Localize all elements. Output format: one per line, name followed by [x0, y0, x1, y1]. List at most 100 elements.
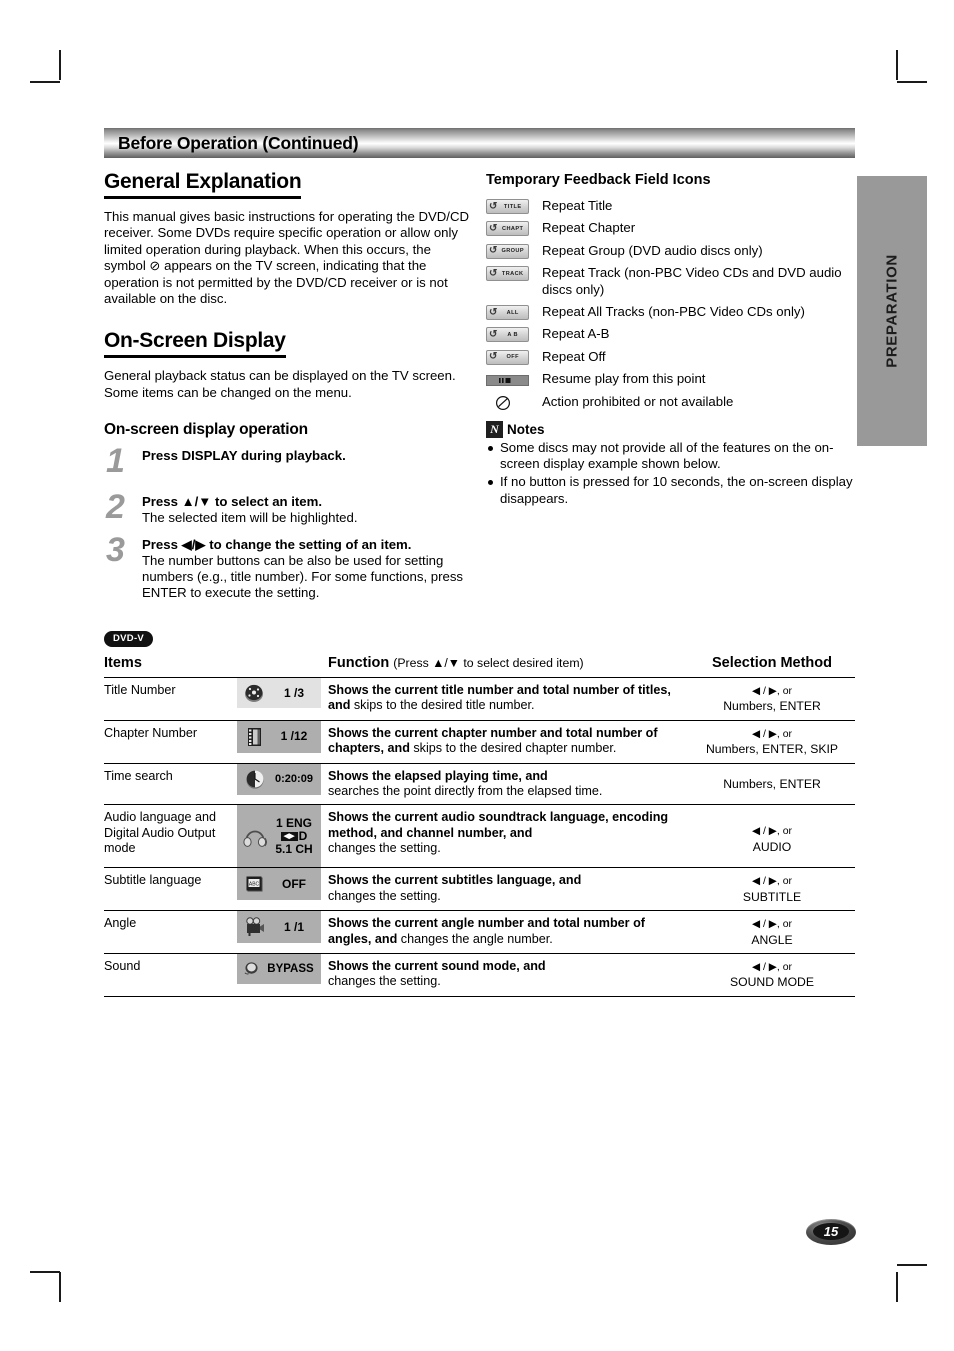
- row-osd-chip-cell: 1 /3: [237, 677, 321, 721]
- feedback-icon-row: ↺ TRACK Repeat Track (non-PBC Video CDs …: [486, 265, 856, 298]
- step-2: 2 Press ▲/▼ to select an item. The selec…: [104, 490, 476, 526]
- repeat-arrow-glyph: ↺: [489, 351, 498, 363]
- column-header-selection-method: Selection Method: [689, 655, 855, 678]
- crop-mark-bottom-left-horizontal: [30, 1271, 60, 1273]
- row-selection-rest: Numbers, ENTER: [723, 776, 821, 791]
- crop-mark-top-right-horizontal: [897, 81, 927, 83]
- dolby-digital-icon: ◀▶: [280, 832, 298, 842]
- row-function-rest: changes the setting.: [328, 974, 441, 989]
- row-function-bold: Shows the current sound mode, and: [328, 959, 546, 974]
- table-row: Subtitle language ABC OFF Shows the curr…: [104, 867, 855, 912]
- row-function-rest: changes the angle number.: [397, 931, 553, 946]
- crop-mark-top-left-horizontal: [30, 81, 60, 83]
- feedback-icon-description: Repeat Chapter: [542, 220, 636, 236]
- row-selection-rest: SUBTITLE: [742, 889, 802, 904]
- row-item-label: Audio language and Digital Audio Output …: [104, 804, 237, 869]
- row-selection-rest: AUDIO: [752, 839, 792, 854]
- general-explanation-paragraph: This manual gives basic instructions for…: [104, 209, 470, 307]
- table-row: Angle 1 /1 Shows the current angle numbe…: [104, 910, 855, 955]
- repeat-ab-icon: ↺ A B: [486, 327, 529, 343]
- feedback-icon-description: Action prohibited or not available: [542, 393, 734, 409]
- row-function: Shows the current title number and total…: [321, 677, 689, 721]
- feedback-icon-row: Resume play from this point: [486, 371, 856, 387]
- icon-cell: ↺ TITLE: [486, 198, 542, 214]
- row-selection-rest: SOUND MODE: [730, 975, 814, 990]
- osd-chip: 1 /3: [237, 678, 321, 708]
- row-function-bold: Shows the current audio soundtrack langu…: [328, 810, 669, 840]
- left-column: General Explanation This manual gives ba…: [104, 170, 476, 602]
- on-screen-display-section: On-Screen Display General playback statu…: [104, 329, 476, 401]
- row-item-label: Subtitle language: [104, 867, 237, 912]
- notes-badge-icon: N: [486, 420, 503, 438]
- step-title: Press DISPLAY during playback.: [142, 448, 346, 464]
- row-selection-method: ◀ / ▶, or AUDIO: [689, 804, 855, 869]
- step-detail: The number buttons can be also be used f…: [142, 552, 464, 601]
- row-function-rest: skips to the desired title number.: [350, 698, 535, 713]
- general-explanation-section: General Explanation This manual gives ba…: [104, 170, 476, 307]
- headphone-icon: [243, 823, 267, 849]
- subtitle-icon: ABC: [243, 873, 267, 895]
- osd-chip-value: OFF: [282, 876, 306, 891]
- row-function-bold: Shows the elapsed playing time, and: [328, 768, 548, 783]
- repeat-arrow-glyph: ↺: [489, 222, 498, 234]
- row-function-rest: changes the setting.: [328, 841, 441, 856]
- row-selection-method: ◀ / ▶, or ANGLE: [689, 910, 855, 955]
- row-selection-method: ◀ / ▶, or SOUND MODE: [689, 953, 855, 997]
- icon-cell: ↺ CHAPT: [486, 220, 542, 237]
- feedback-icon-row: Action prohibited or not available: [486, 394, 856, 411]
- note-item: Some discs may not provide all of the fe…: [486, 440, 856, 473]
- row-selection-method: Numbers, ENTER: [689, 763, 855, 806]
- feedback-icon-description: Resume play from this point: [542, 371, 706, 387]
- row-osd-chip-cell: 0:20:09: [237, 763, 321, 806]
- resume-play-icon: [486, 375, 529, 387]
- crop-mark-top-left-vertical: [59, 50, 61, 80]
- row-function: Shows the current subtitles language, an…: [321, 867, 689, 912]
- feedback-icon-row: ↺ A B Repeat A-B: [486, 326, 856, 343]
- icon-cell: ↺ A B: [486, 326, 542, 343]
- table-header-row: Items Function (Press ▲/▼ to select desi…: [104, 655, 855, 678]
- section-tab-preparation: PREPARATION: [857, 176, 927, 446]
- page-header-banner: Before Operation (Continued): [104, 128, 855, 158]
- page-title: Before Operation (Continued): [118, 132, 359, 153]
- notes-header: N Notes: [486, 420, 856, 438]
- general-explanation-heading: General Explanation: [104, 170, 302, 199]
- camera-icon: [243, 916, 267, 938]
- osd-chip-value: 1 /1: [283, 919, 304, 934]
- osd-chip: 0:20:09: [237, 763, 321, 795]
- icon-cell: [486, 371, 542, 387]
- on-screen-display-heading: On-Screen Display: [104, 329, 286, 359]
- repeat-arrow-glyph: ↺: [489, 200, 498, 212]
- repeat-arrow-glyph: ↺: [489, 306, 498, 318]
- icon-cell: ↺ TRACK: [486, 265, 542, 282]
- step-title: Press ◀/▶ to change the setting of an it…: [142, 536, 412, 552]
- osd-chip-value: 1 ENG: [275, 815, 312, 830]
- row-item-label: Title Number: [104, 677, 237, 721]
- action-prohibited-icon: [495, 395, 511, 411]
- column-header-function: Function (Press ▲/▼ to select desired it…: [321, 655, 689, 678]
- on-screen-display-paragraph: General playback status can be displayed…: [104, 368, 456, 400]
- step-3: 3 Press ◀/▶ to change the setting of an …: [104, 533, 476, 602]
- step-number: 1: [106, 442, 125, 481]
- osd-chip-value: 1 /12: [280, 729, 308, 744]
- row-selection-rest: ANGLE: [751, 932, 793, 947]
- row-function-rest: changes the setting.: [328, 888, 441, 903]
- osd-chip-value: 1 /3: [283, 685, 304, 700]
- repeat-badge-label: OFF: [506, 354, 519, 361]
- icon-cell: ↺ ALL: [486, 304, 542, 321]
- speaker-icon: [243, 959, 260, 979]
- column-header-function-label: Function: [328, 655, 390, 671]
- osd-chip-value-channels: 5.1 CH: [275, 841, 313, 856]
- repeat-arrow-glyph: ↺: [489, 267, 498, 279]
- page-number-disc: 15: [806, 1218, 856, 1245]
- row-item-label: Chapter Number: [104, 720, 237, 764]
- table-row: Audio language and Digital Audio Output …: [104, 804, 855, 869]
- repeat-badge-label: ALL: [506, 309, 519, 316]
- repeat-badge-label: A B: [507, 331, 519, 338]
- row-function: Shows the current chapter number and tot…: [321, 720, 689, 764]
- table-row: Time search 0:20:09 Shows the elapsed pl…: [104, 763, 855, 806]
- osd-chip-value: BYPASS: [267, 962, 314, 975]
- svg-text:ABC: ABC: [249, 882, 260, 888]
- row-selection-arrows: ◀ / ▶, or: [751, 961, 793, 974]
- osd-chip: ABC OFF: [237, 868, 321, 901]
- step-number: 2: [106, 488, 125, 527]
